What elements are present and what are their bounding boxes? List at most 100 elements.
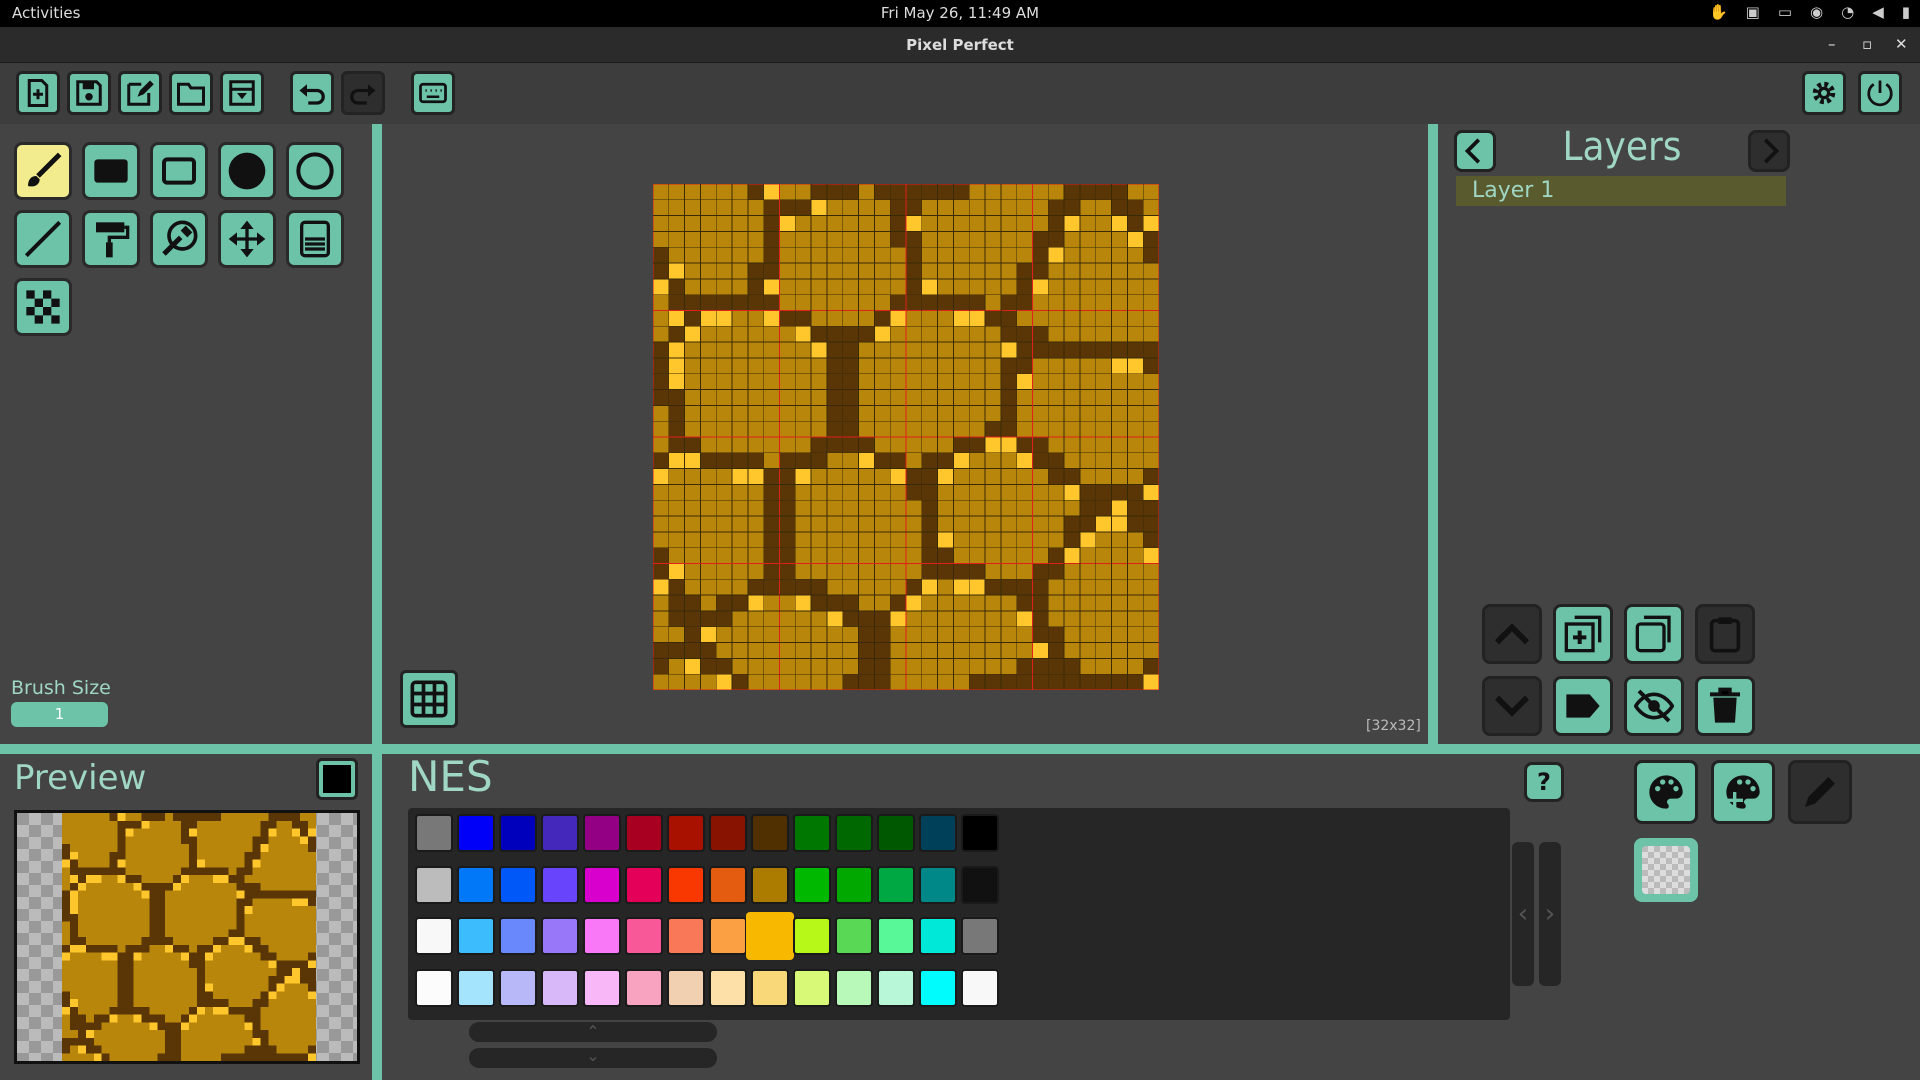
volume-icon[interactable]: ◀	[1872, 3, 1884, 21]
add-layer-button[interactable]	[1553, 604, 1613, 664]
rectangle-tool[interactable]	[150, 142, 208, 200]
new-file-button[interactable]	[16, 71, 60, 115]
toggle-visibility-button[interactable]	[1624, 676, 1684, 736]
palette-swatch[interactable]	[541, 968, 579, 1007]
palette-swatch[interactable]	[457, 917, 495, 955]
display-icon[interactable]: ▭	[1778, 3, 1792, 21]
palette-swatch[interactable]	[877, 917, 915, 955]
accessibility-icon[interactable]: ✋	[1709, 3, 1728, 21]
palette-swatch[interactable]	[709, 968, 747, 1007]
grid-toggle-button[interactable]	[400, 670, 458, 728]
palette-swatch[interactable]	[625, 865, 663, 904]
palette-swatch[interactable]	[961, 814, 999, 852]
layers-next-button[interactable]	[1748, 130, 1790, 172]
palette-swatch[interactable]	[709, 865, 747, 904]
palette-scroll-up-button[interactable]: ⌃	[469, 1022, 717, 1042]
palette-swatch[interactable]	[793, 917, 831, 955]
bottom-splitter[interactable]	[372, 754, 382, 1080]
palette-swatch[interactable]	[961, 917, 999, 955]
brush-tool[interactable]	[14, 142, 72, 200]
palette-swatch[interactable]	[457, 865, 495, 904]
transparent-color-button[interactable]	[1634, 838, 1698, 902]
edit-button[interactable]	[118, 71, 162, 115]
minimize-button[interactable]: –	[1828, 35, 1836, 53]
palette-swatch[interactable]	[835, 917, 873, 955]
palette-swatch[interactable]	[415, 917, 453, 955]
palette-swatch[interactable]	[499, 865, 537, 904]
palette-swatch[interactable]	[583, 968, 621, 1007]
layer-item[interactable]: Layer 1	[1456, 176, 1786, 206]
palette-swatch[interactable]	[499, 968, 537, 1007]
palette-swatch[interactable]	[709, 917, 747, 955]
palette-swatch[interactable]	[457, 968, 495, 1007]
palette-scroll-down-button[interactable]: ⌄	[469, 1048, 717, 1068]
palette-swatch[interactable]	[793, 814, 831, 852]
circle-tool[interactable]	[286, 142, 344, 200]
close-button[interactable]: ✕	[1895, 35, 1908, 53]
right-splitter[interactable]	[1428, 124, 1438, 744]
palette-swatch[interactable]	[415, 865, 453, 904]
edit-palette-button[interactable]	[1788, 760, 1852, 824]
palette-swatch[interactable]	[541, 814, 579, 852]
palette-swatch[interactable]	[877, 968, 915, 1007]
palette-next-button[interactable]: ›	[1539, 842, 1561, 986]
rename-layer-button[interactable]	[1553, 676, 1613, 736]
palette-swatch[interactable]	[835, 814, 873, 852]
palette-swatch[interactable]	[415, 968, 453, 1007]
palette-select-button[interactable]	[1634, 760, 1698, 824]
palette-swatch[interactable]	[625, 968, 663, 1007]
palette-swatch[interactable]	[919, 917, 957, 955]
duplicate-layer-button[interactable]	[1624, 604, 1684, 664]
delete-layer-button[interactable]	[1695, 676, 1755, 736]
palette-swatch[interactable]	[877, 814, 915, 852]
palette-swatch[interactable]	[415, 814, 453, 852]
pixel-canvas[interactable]	[653, 184, 1159, 690]
palette-swatch[interactable]	[835, 968, 873, 1007]
horizontal-splitter[interactable]	[0, 744, 1920, 754]
open-folder-button[interactable]	[169, 71, 213, 115]
palette-swatch[interactable]	[961, 968, 999, 1007]
palette-swatch[interactable]	[919, 968, 957, 1007]
palette-swatch[interactable]	[667, 917, 705, 955]
checker-tool[interactable]	[14, 278, 72, 336]
palette-swatch[interactable]	[961, 865, 999, 904]
preview-background-button[interactable]	[316, 758, 358, 800]
palette-swatch[interactable]	[583, 814, 621, 852]
color-picker-tool[interactable]	[150, 210, 208, 268]
help-button[interactable]: ?	[1524, 762, 1564, 802]
save-button[interactable]	[67, 71, 111, 115]
palette-swatch[interactable]	[835, 865, 873, 904]
left-splitter[interactable]	[372, 124, 382, 744]
battery-icon[interactable]: ▮	[1902, 3, 1910, 21]
line-tool[interactable]	[14, 210, 72, 268]
palette-swatch[interactable]	[751, 865, 789, 904]
maximize-button[interactable]: ▫	[1862, 35, 1872, 53]
filled-rectangle-tool[interactable]	[82, 142, 140, 200]
palette-swatch[interactable]	[667, 814, 705, 852]
system-tray[interactable]: ✋ ▣ ▭ ◉ ◔ ◀ ▮	[1709, 3, 1910, 21]
screencast-icon[interactable]: ▣	[1746, 3, 1760, 21]
palette-swatch[interactable]	[751, 968, 789, 1007]
import-button[interactable]	[220, 71, 264, 115]
paint-roller-tool[interactable]	[82, 210, 140, 268]
palette-swatch[interactable]	[746, 912, 794, 960]
palette-swatch[interactable]	[583, 865, 621, 904]
palette-swatch[interactable]	[751, 814, 789, 852]
palette-swatch[interactable]	[625, 814, 663, 852]
palette-swatch[interactable]	[793, 865, 831, 904]
undo-button[interactable]	[290, 71, 334, 115]
clock[interactable]: Fri May 26, 11:49 AM	[0, 4, 1920, 22]
power-button[interactable]	[1858, 71, 1902, 115]
keyboard-shortcuts-button[interactable]	[411, 71, 455, 115]
fill-bucket-tool[interactable]	[286, 210, 344, 268]
palette-swatch[interactable]	[793, 968, 831, 1007]
palette-swatch[interactable]	[625, 917, 663, 955]
palette-swatch[interactable]	[667, 968, 705, 1007]
layer-move-down-button[interactable]	[1482, 676, 1542, 736]
filled-circle-tool[interactable]	[218, 142, 276, 200]
palette-swatch[interactable]	[877, 865, 915, 904]
palette-swatch[interactable]	[919, 865, 957, 904]
location-icon[interactable]: ◉	[1810, 3, 1823, 21]
palette-swatch[interactable]	[919, 814, 957, 852]
palette-swatch[interactable]	[457, 814, 495, 852]
